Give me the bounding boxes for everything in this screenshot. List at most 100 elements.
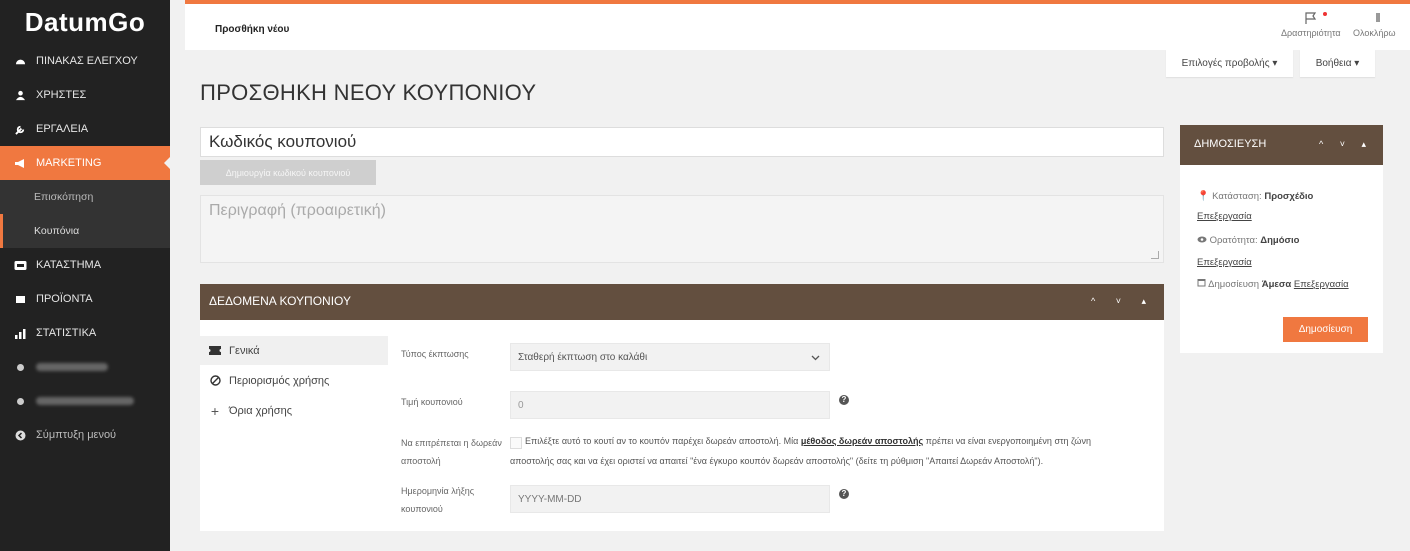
publish-time-label: Δημοσίευση xyxy=(1208,279,1260,290)
bar-chart-icon xyxy=(13,326,27,340)
sidebar-item-marketing[interactable]: MARKETING xyxy=(0,146,171,180)
screen-options-button[interactable]: Επιλογές προβολής ▾ xyxy=(1166,50,1293,77)
edit-status-link[interactable]: Επεξεργασία xyxy=(1197,211,1252,222)
sidebar-item-blurred-1[interactable] xyxy=(0,350,170,384)
logo[interactable]: DatumGo xyxy=(0,0,170,44)
free-shipping-label-line2: αποστολή xyxy=(401,456,441,466)
expiry-label-line2: κουπονιού xyxy=(401,504,443,514)
sidebar-item-stats[interactable]: ΣΤΑΤΙΣΤΙΚΑ xyxy=(0,316,170,350)
visibility-row: Ορατότητα: Δημόσιο xyxy=(1197,235,1299,246)
users-icon xyxy=(13,88,27,102)
dashboard-icon xyxy=(13,54,27,68)
resize-handle-icon[interactable] xyxy=(1151,251,1159,259)
sidebar-subitem-label: Κουπόνια xyxy=(34,225,80,237)
expiry-date-input[interactable]: YYYY-MM-DD xyxy=(510,485,830,513)
coupon-tabs: Γενικά Περιορισμός χρήσης + Όρια χρήσης xyxy=(200,336,388,426)
tab-general[interactable]: Γενικά xyxy=(200,336,388,366)
publish-button[interactable]: Δημοσίευση xyxy=(1283,317,1368,342)
blurred-label xyxy=(36,363,108,371)
status-row: 📍 Κατάσταση: Προσχέδιο xyxy=(1197,191,1313,202)
description-textarea[interactable]: Περιγραφή (προαιρετική) xyxy=(200,195,1164,263)
circle-icon xyxy=(13,394,27,408)
free-shipping-label-line1: Να επιτρέπεται η δωρεάν xyxy=(401,438,502,448)
coupon-data-header: ΔΕΔΟΜΕΝΑ ΚΟΥΠΟΝΙΟΥ ^ ˅ ▴ xyxy=(200,284,1164,320)
fullscreen-icon xyxy=(1376,13,1381,22)
sidebar-subitem-coupons[interactable]: Κουπόνια xyxy=(0,214,170,248)
publish-time-value: Άμεσα xyxy=(1261,279,1292,290)
sidebar-item-users[interactable]: ΧΡΗΣΤΕΣ xyxy=(0,78,170,112)
visibility-value: Δημόσιο xyxy=(1260,235,1300,246)
sidebar-item-store[interactable]: ΚΑΤΑΣΤΗΜΑ xyxy=(0,248,170,282)
collapse-icon xyxy=(13,428,27,442)
panel-title: ΔΕΔΟΜΕΝΑ ΚΟΥΠΟΝΙΟΥ xyxy=(209,294,351,308)
sidebar-item-label: MARKETING xyxy=(36,157,102,169)
plus-icon: + xyxy=(210,402,220,419)
sidebar-item-products[interactable]: ΠΡΟΪΟΝΤΑ xyxy=(0,282,170,316)
discount-type-select[interactable]: Σταθερή έκπτωση στο καλάθι xyxy=(510,343,830,371)
status-edit-row: Επεξεργασία xyxy=(1197,211,1252,222)
help-icon[interactable]: ? xyxy=(839,395,849,405)
flag-icon xyxy=(1305,12,1316,24)
edit-visibility-link[interactable]: Επεξεργασία xyxy=(1197,257,1252,268)
sidebar-item-dashboard[interactable]: ΠΙΝΑΚΑΣ ΕΛΕΓΧΟΥ xyxy=(0,44,170,78)
tab-label: Περιορισμός χρήσης xyxy=(229,374,330,387)
megaphone-icon xyxy=(13,156,27,170)
fullscreen-button[interactable]: Ολοκλήρω xyxy=(1353,12,1396,38)
sidebar-submenu: Επισκόπηση Κουπόνια xyxy=(0,180,170,248)
publish-time-row: Δημοσίευση Άμεσα Επεξεργασία xyxy=(1197,278,1349,290)
hint-text-2: πρέπει να είναι ενεργοποιημένη στη ζώνη xyxy=(925,436,1091,446)
status-value: Προσχέδιο xyxy=(1264,191,1314,202)
free-shipping-checkbox[interactable] xyxy=(510,437,522,449)
blurred-label xyxy=(36,397,134,405)
free-shipping-hint-line2: αποστολής σας και να έχει οριστεί να απα… xyxy=(510,456,1044,466)
publish-box-controls[interactable]: ^ ˅ ▴ xyxy=(1319,139,1373,150)
notification-dot xyxy=(1323,12,1327,16)
description-placeholder: Περιγραφή (προαιρετική) xyxy=(209,202,386,219)
activity-button[interactable]: Δραστηριότητα xyxy=(1281,12,1341,38)
top-bar: Προσθήκη νέου Δραστηριότητα Ολοκλήρω xyxy=(185,0,1410,50)
discount-type-label: Τύπος έκπτωσης xyxy=(401,349,469,359)
amount-value: 0 xyxy=(518,399,524,411)
expiry-label: Ημερομηνία λήξης κουπονιού xyxy=(401,482,474,518)
chevron-down-icon xyxy=(811,355,820,361)
expiry-placeholder: YYYY-MM-DD xyxy=(518,493,582,505)
sidebar-item-label: ΠΡΟΪΟΝΤΑ xyxy=(36,293,93,305)
sidebar-subitem-overview[interactable]: Επισκόπηση xyxy=(0,180,170,214)
help-button[interactable]: Βοήθεια ▾ xyxy=(1300,50,1375,77)
box-icon xyxy=(13,292,27,306)
calendar-icon xyxy=(1197,279,1206,290)
pin-icon: 📍 xyxy=(1197,191,1210,202)
fullscreen-label: Ολοκλήρω xyxy=(1353,28,1396,38)
coupon-data-panel: Γενικά Περιορισμός χρήσης + Όρια χρήσης … xyxy=(200,320,1164,531)
coupon-code-input[interactable]: Κωδικός κουπονιού xyxy=(200,127,1164,157)
sidebar-item-tools[interactable]: ΕΡΓΑΛΕΙΑ xyxy=(0,112,170,146)
tab-label: Γενικά xyxy=(229,344,260,357)
sidebar-item-blurred-2[interactable] xyxy=(0,384,170,418)
wrench-icon xyxy=(13,122,27,136)
sidebar-collapse[interactable]: Σύμπτυξη μενού xyxy=(0,418,170,452)
discount-type-value: Σταθερή έκπτωση στο καλάθι xyxy=(518,351,648,363)
help-icon[interactable]: ? xyxy=(839,489,849,499)
free-shipping-hint: Επιλέξτε αυτό το κουτί αν το κουπόν παρέ… xyxy=(525,432,1145,451)
tab-label: Όρια χρήσης xyxy=(229,404,292,417)
sidebar: DatumGo ΠΙΝΑΚΑΣ ΕΛΕΓΧΟΥ ΧΡΗΣΤΕΣ ΕΡΓΑΛΕΙΑ… xyxy=(0,0,171,551)
tab-usage-limits[interactable]: + Όρια χρήσης xyxy=(200,396,388,426)
generate-code-button[interactable]: Δημιουργία κωδικού κουπονιού xyxy=(200,160,376,185)
collapse-label: Σύμπτυξη μενού xyxy=(36,429,117,441)
visibility-edit-row: Επεξεργασία xyxy=(1197,257,1252,268)
activity-label: Δραστηριότητα xyxy=(1281,28,1341,38)
sidebar-subitem-label: Επισκόπηση xyxy=(34,191,94,203)
edit-publish-time-link[interactable]: Επεξεργασία xyxy=(1294,279,1349,290)
free-shipping-method-link[interactable]: μέθοδος δωρεάν αποστολής xyxy=(801,436,923,446)
amount-input[interactable]: 0 xyxy=(510,391,830,419)
sidebar-nav: ΠΙΝΑΚΑΣ ΕΛΕΓΧΟΥ ΧΡΗΣΤΕΣ ΕΡΓΑΛΕΙΑ MARKETI… xyxy=(0,44,171,180)
sidebar-item-label: ΧΡΗΣΤΕΣ xyxy=(36,89,87,101)
hint-text-1: Επιλέξτε αυτό το κουτί αν το κουπόν παρέ… xyxy=(525,436,799,446)
amount-label: Τιμή κουπονιού xyxy=(401,397,463,407)
tab-usage-restriction[interactable]: Περιορισμός χρήσης xyxy=(200,366,388,396)
circle-icon xyxy=(13,360,27,374)
publish-box: 📍 Κατάσταση: Προσχέδιο Επεξεργασία Ορατό… xyxy=(1180,165,1383,353)
ban-icon xyxy=(208,375,222,386)
sidebar-item-label: ΕΡΓΑΛΕΙΑ xyxy=(36,123,89,135)
panel-controls[interactable]: ^ ˅ ▴ xyxy=(1091,296,1155,307)
